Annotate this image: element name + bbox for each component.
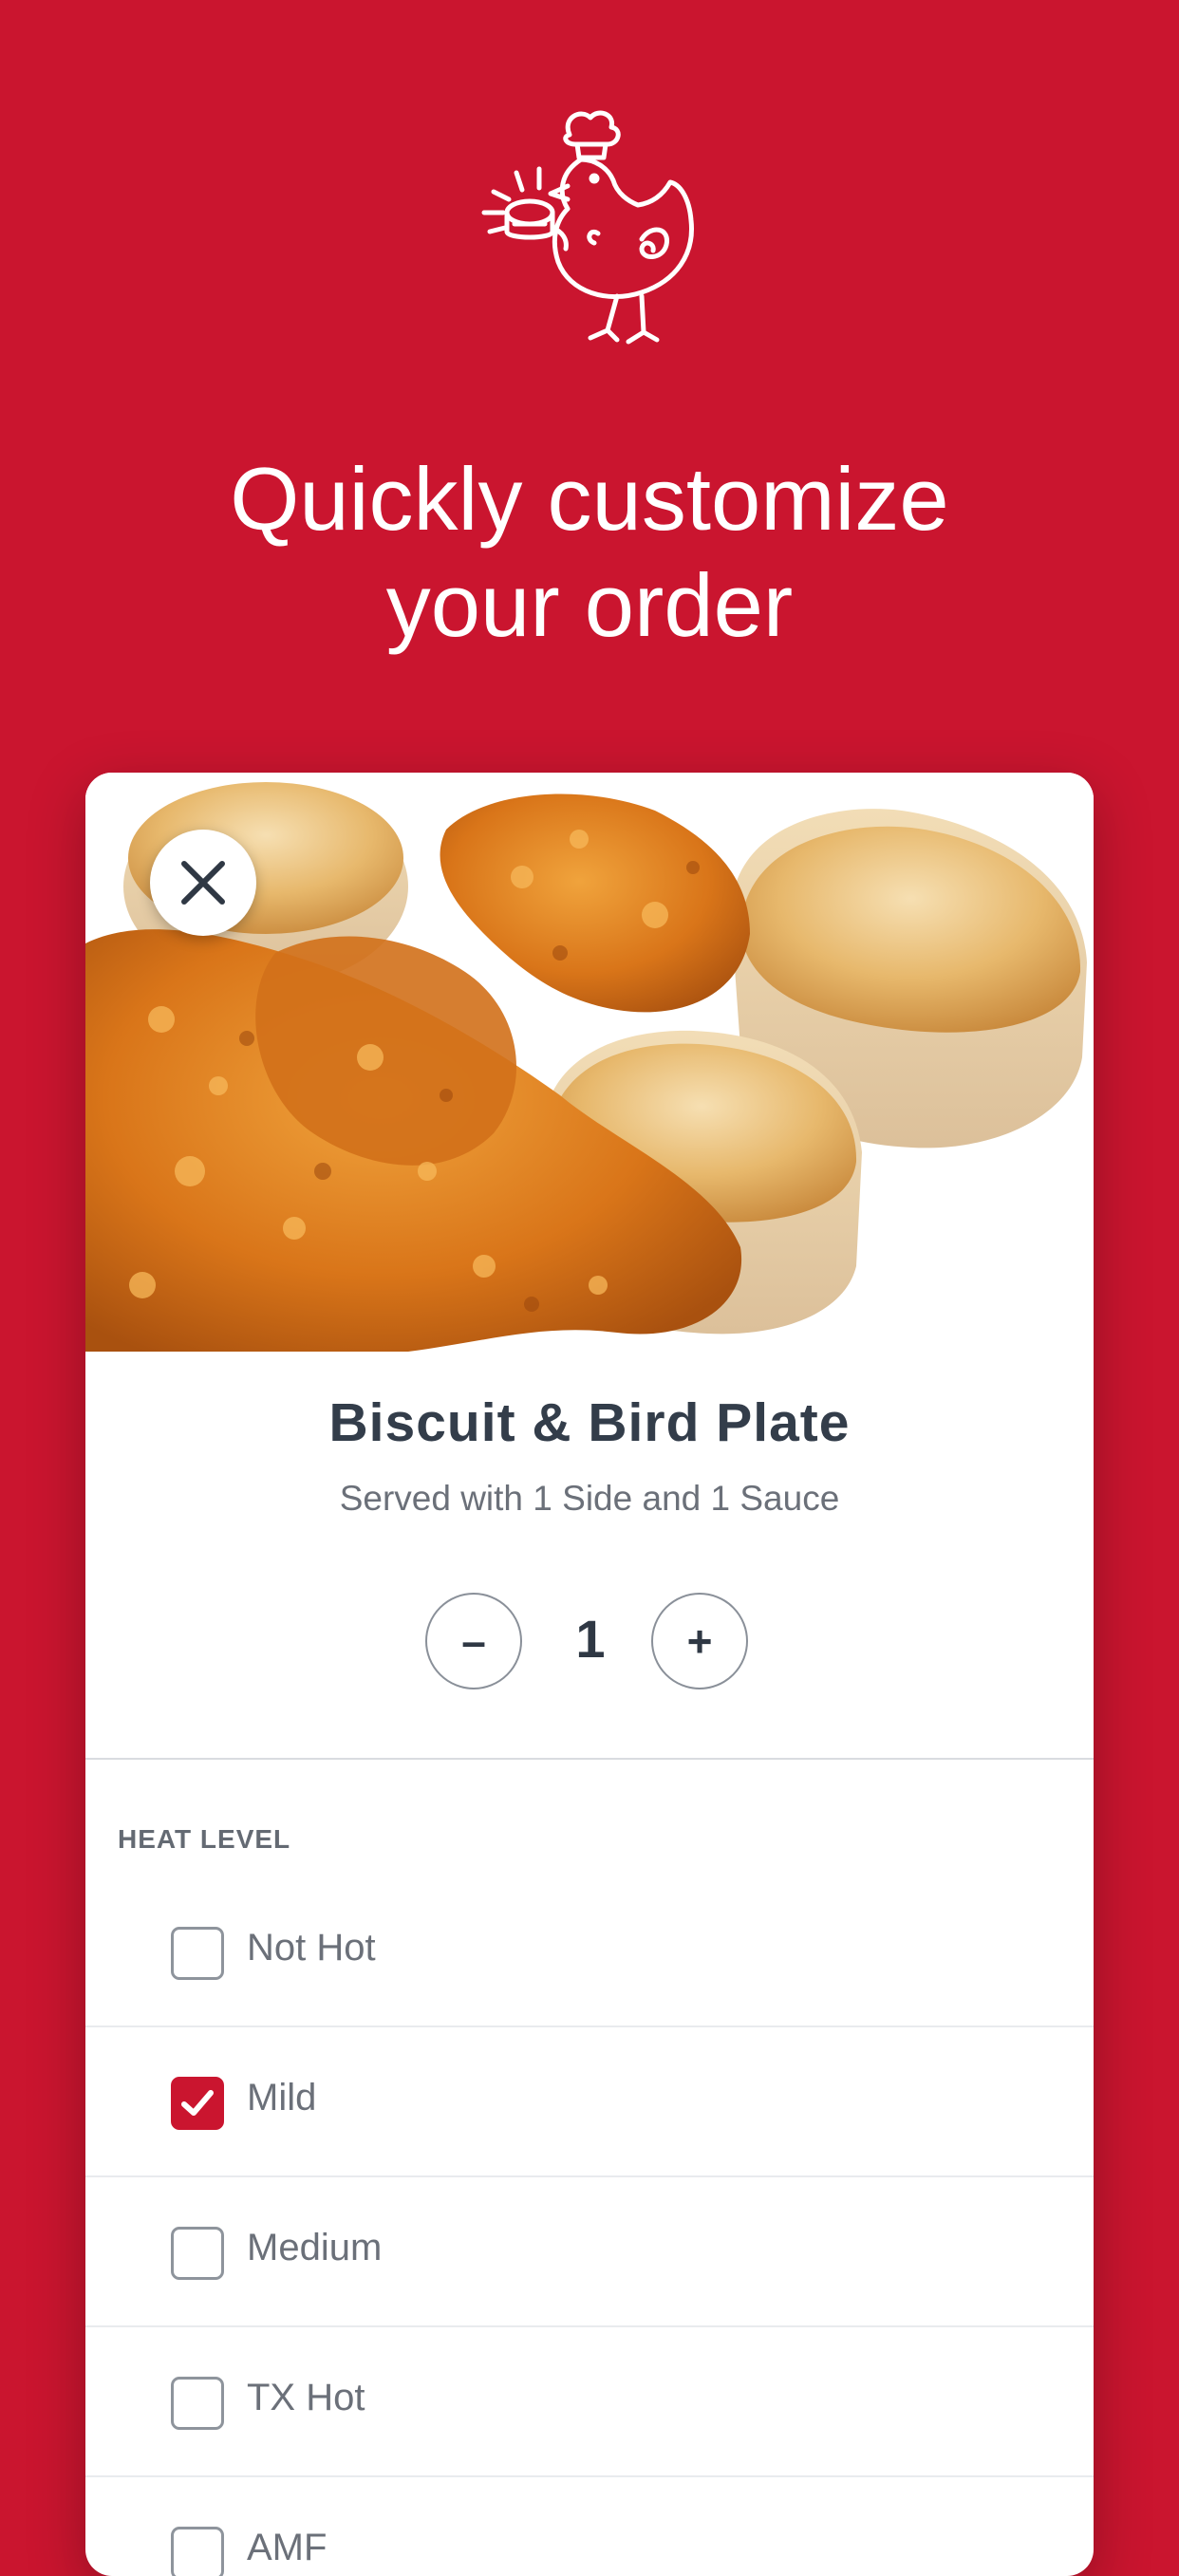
option-not-hot[interactable]: Not Hot [85, 1877, 1094, 2027]
headline-line-2: your order [385, 555, 794, 655]
close-button[interactable] [150, 830, 256, 936]
option-medium[interactable]: Medium [85, 2177, 1094, 2327]
plus-label: + [686, 1616, 713, 1666]
heat-level-label: HEAT LEVEL [118, 1824, 291, 1854]
checkbox[interactable] [171, 2527, 224, 2576]
checkbox-checked[interactable] [171, 2077, 224, 2130]
option-label: Not Hot [247, 1927, 376, 1969]
checkbox[interactable] [171, 2227, 224, 2280]
option-mild[interactable]: Mild [85, 2027, 1094, 2177]
product-title: Biscuit & Bird Plate [328, 1392, 851, 1453]
decrease-quantity-button[interactable]: – [425, 1593, 522, 1689]
checkbox[interactable] [171, 1927, 224, 1980]
quantity-value: 1 [575, 1609, 606, 1669]
headline: Quickly customize your order [0, 446, 1179, 659]
chicken-chef-logo-icon [456, 106, 721, 353]
checkbox[interactable] [171, 2377, 224, 2430]
option-label: TX Hot [247, 2377, 365, 2418]
increase-quantity-button[interactable]: + [651, 1593, 748, 1689]
section-divider [85, 1758, 1094, 1760]
product-card: Biscuit & Bird Plate Served with 1 Side … [85, 773, 1094, 2576]
checkmark-icon [181, 2090, 214, 2116]
option-amf[interactable]: AMF [85, 2477, 1094, 2576]
option-tx-hot[interactable]: TX Hot [85, 2327, 1094, 2477]
headline-line-1: Quickly customize [230, 449, 949, 549]
product-subtitle: Served with 1 Side and 1 Sauce [339, 1479, 840, 1518]
minus-label: – [461, 1616, 486, 1666]
close-icon [181, 861, 225, 905]
product-image [85, 773, 1094, 1352]
option-label: AMF [247, 2527, 328, 2568]
option-label: Medium [247, 2227, 383, 2268]
option-label: Mild [247, 2077, 317, 2119]
